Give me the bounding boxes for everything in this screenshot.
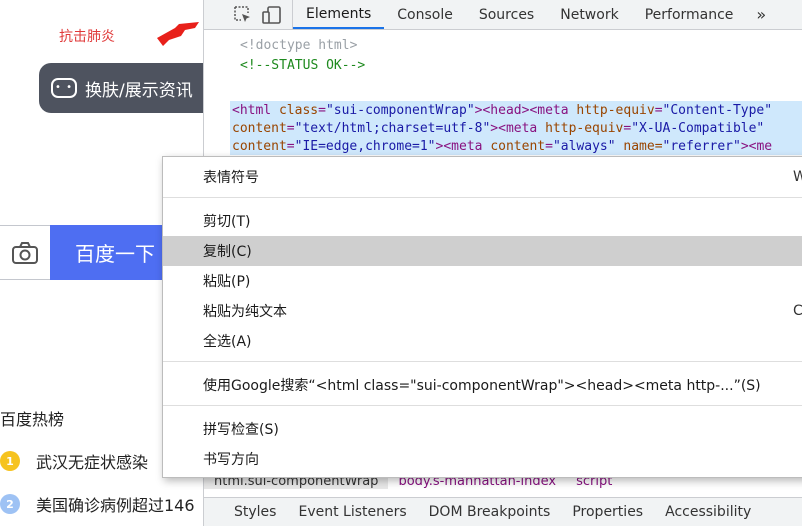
subtab-event-listeners[interactable]: Event Listeners [287, 504, 417, 520]
hot-list-item-text: 美国确诊病例超过146 [36, 496, 195, 515]
menu-item[interactable]: 拼写检查(S) [163, 414, 802, 444]
tab-performance[interactable]: Performance [632, 0, 747, 29]
menu-item[interactable]: 粘贴为纯文本 C [163, 296, 802, 326]
camera-icon[interactable] [0, 225, 50, 280]
menu-separator [163, 197, 802, 198]
sidebar-tabs: Styles Event Listeners DOM Breakpoints Prop… [204, 497, 802, 526]
menu-item[interactable]: 粘贴(P) [163, 266, 802, 296]
subtab-styles[interactable]: Styles [204, 504, 287, 520]
skin-news-toggle[interactable]: • • 换肤/展示资讯 [39, 63, 203, 113]
devtools-tools [204, 0, 293, 29]
menu-item-label: 书写方向 [203, 452, 259, 468]
menu-item-label: 表情符号 [203, 170, 259, 186]
skin-label: 换肤/展示资讯 [85, 80, 193, 101]
dom-tree: <!doctype html> <!--STATUS OK--> <html c… [204, 31, 802, 155]
subtab-properties[interactable]: Properties [561, 504, 654, 520]
dom-selected-node[interactable]: <html class="sui-componentWrap"><head><m… [230, 101, 802, 155]
menu-item-label: 复制(C) [203, 244, 252, 260]
menu-item-label: 剪切(T) [203, 214, 251, 230]
hot-list-title: 百度热榜 [0, 410, 65, 429]
rank-badge: 2 [0, 494, 20, 514]
menu-separator [163, 361, 802, 362]
menu-item[interactable]: 全选(A) [163, 326, 802, 356]
menu-item-label: 使用Google搜索“<html class="sui-componentWra… [203, 378, 761, 394]
more-tabs-icon[interactable]: » [746, 0, 776, 29]
menu-item-label: 粘贴(P) [203, 274, 251, 290]
tab-console[interactable]: Console [384, 0, 466, 29]
device-toggle-icon[interactable] [262, 5, 282, 24]
menu-item-label: 拼写检查(S) [203, 422, 279, 438]
menu-separator [163, 405, 802, 406]
hot-list-item[interactable]: 2 美国确诊病例超过146 [0, 492, 195, 516]
menu-item[interactable]: 剪切(T) [163, 206, 802, 236]
inspect-element-icon[interactable] [234, 5, 252, 24]
subtab-dom-breakpoints[interactable]: DOM Breakpoints [418, 504, 562, 520]
tab-sources[interactable]: Sources [466, 0, 547, 29]
devtools-tabbar: Elements Console Sources Network Performance… [204, 0, 802, 30]
promo-link[interactable]: 抗击肺炎 [59, 26, 115, 46]
tab-network[interactable]: Network [547, 0, 631, 29]
tab-elements[interactable]: Elements [293, 0, 385, 29]
devtools-tabs: Elements Console Sources Network Performance [293, 0, 746, 29]
menu-item[interactable]: 表情符号 W [163, 162, 802, 192]
menu-item-shortcut: C [793, 303, 802, 319]
hot-list-item[interactable]: 1 武汉无症状感染 [0, 449, 148, 473]
menu-item-label: 全选(A) [203, 334, 252, 350]
dom-comment[interactable]: <!--STATUS OK--> [240, 57, 365, 75]
menu-item[interactable]: 书写方向 [163, 444, 802, 474]
menu-item[interactable]: 使用Google搜索“<html class="sui-componentWra… [163, 370, 802, 400]
subtab-accessibility[interactable]: Accessibility [654, 504, 762, 520]
context-menu: 表情符号 W 剪切(T) 复制(C) 粘贴(P) 粘贴为纯文本 C 全选(A) 使用Google… [162, 156, 802, 478]
red-arrow-annotation [157, 22, 199, 46]
chat-icon: • • [51, 78, 77, 98]
menu-item-shortcut: W [793, 169, 802, 185]
hot-list-item-text: 武汉无症状感染 [36, 453, 149, 472]
rank-badge: 1 [0, 451, 20, 471]
menu-item[interactable]: 复制(C) [163, 236, 802, 266]
dom-doctype[interactable]: <!doctype html> [240, 37, 357, 55]
menu-item-label: 粘贴为纯文本 [203, 304, 287, 320]
